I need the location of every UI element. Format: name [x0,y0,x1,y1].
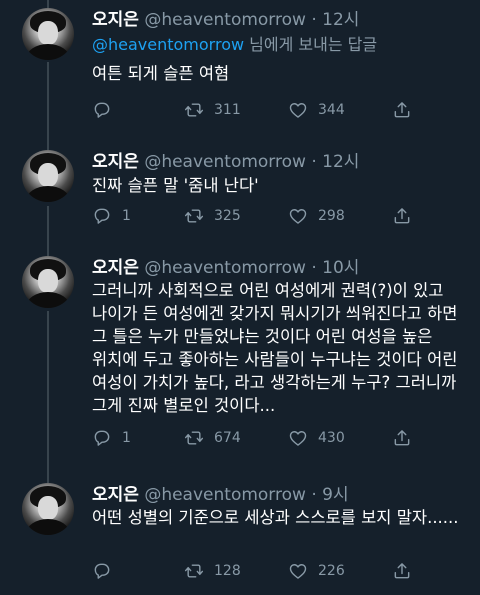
timestamp[interactable]: 12시 [322,10,359,30]
reply-count: 1 [122,208,131,224]
share-icon [394,102,410,118]
timestamp[interactable]: 12시 [322,152,359,172]
reply-icon [94,208,110,224]
tweet-header: 오지은 @heaventomorrow · 12시 [92,10,359,30]
retweet-count: 674 [214,430,241,446]
like-count: 226 [318,563,345,579]
share-icon [394,563,410,579]
like-count: 344 [318,102,345,118]
reply-icon [94,430,110,446]
reply-context: @heaventomorrow 님에게 보내는 답글 [92,34,377,56]
tweet-text: 여튼 되게 슬픈 여혐 [92,64,230,83]
avatar[interactable] [22,256,74,308]
tweet-actions: 1 325 298 [92,206,472,228]
avatar[interactable] [22,483,74,535]
tweet-header: 오지은 @heaventomorrow · 10시 [92,258,359,278]
reply-button[interactable] [92,561,122,581]
retweet-icon [184,564,204,578]
display-name[interactable]: 오지은 [92,152,139,172]
retweet-button[interactable]: 674 [184,428,241,448]
thread-line [47,0,49,8]
separator-dot: · [311,10,317,30]
user-handle[interactable]: @heaventomorrow [144,485,306,505]
reply-button[interactable] [92,100,122,120]
tweet-actions: 311 344 [92,100,472,122]
like-button[interactable]: 430 [288,428,345,448]
heart-icon [289,209,307,224]
like-button[interactable]: 226 [288,561,345,581]
reply-context-label: 님에게 보내는 답글 [244,35,378,54]
share-button[interactable] [392,100,412,120]
display-name[interactable]: 오지은 [92,485,139,505]
tweet-text: 그러니까 사회적으로 어린 여성에게 권력(?)이 있고 나이가 든 여성에겐 … [92,281,458,415]
separator-dot: · [311,258,317,278]
reply-count: 1 [122,430,131,446]
tweet-actions: 1 674 430 [92,428,472,450]
reply-mention-link[interactable]: @heaventomorrow [92,35,244,54]
like-button[interactable]: 344 [288,100,345,120]
share-button[interactable] [392,428,412,448]
tweet[interactable]: 오지은 @heaventomorrow · 12시 @heaventomorro… [0,8,480,140]
retweet-count: 325 [214,208,241,224]
retweet-icon [184,103,204,117]
retweet-button[interactable]: 311 [184,100,241,120]
like-count: 298 [318,208,345,224]
separator-dot: · [311,485,317,505]
retweet-icon [184,431,204,445]
reply-icon [94,563,110,579]
tweet-actions: 128 226 [92,561,472,583]
timestamp[interactable]: 9시 [322,485,348,505]
share-button[interactable] [392,206,412,226]
separator-dot: · [311,152,317,172]
reply-icon [94,102,110,118]
retweet-button[interactable]: 325 [184,206,241,226]
retweet-icon [184,209,204,223]
display-name[interactable]: 오지은 [92,10,139,30]
tweet-header: 오지은 @heaventomorrow · 9시 [92,485,349,505]
user-handle[interactable]: @heaventomorrow [144,152,306,172]
tweet-header: 오지은 @heaventomorrow · 12시 [92,152,359,172]
tweet[interactable]: 오지은 @heaventomorrow · 12시 진짜 슬픈 말 '줌내 난다… [0,150,480,250]
user-handle[interactable]: @heaventomorrow [144,258,306,278]
retweet-count: 311 [214,102,241,118]
like-button[interactable]: 298 [288,206,345,226]
retweet-count: 128 [214,563,241,579]
reply-button[interactable]: 1 [92,206,131,226]
heart-icon [289,431,307,446]
timestamp[interactable]: 10시 [322,258,359,278]
user-handle[interactable]: @heaventomorrow [144,10,306,30]
heart-icon [289,564,307,579]
tweet-text: 진짜 슬픈 말 '줌내 난다' [92,176,259,195]
tweet[interactable]: 오지은 @heaventomorrow · 9시 어떤 성별의 기준으로 세상과… [0,483,480,591]
retweet-button[interactable]: 128 [184,561,241,581]
share-icon [394,208,410,224]
heart-icon [289,103,307,118]
like-count: 430 [318,430,345,446]
display-name[interactable]: 오지은 [92,258,139,278]
share-icon [394,430,410,446]
tweet-text: 어떤 성별의 기준으로 세상과 스스로를 보지 말자...... [92,508,459,527]
avatar[interactable] [22,8,74,60]
share-button[interactable] [392,561,412,581]
reply-button[interactable]: 1 [92,428,131,448]
tweet[interactable]: 오지은 @heaventomorrow · 10시 그러니까 사회적으로 어린 … [0,256,480,476]
avatar[interactable] [22,150,74,202]
